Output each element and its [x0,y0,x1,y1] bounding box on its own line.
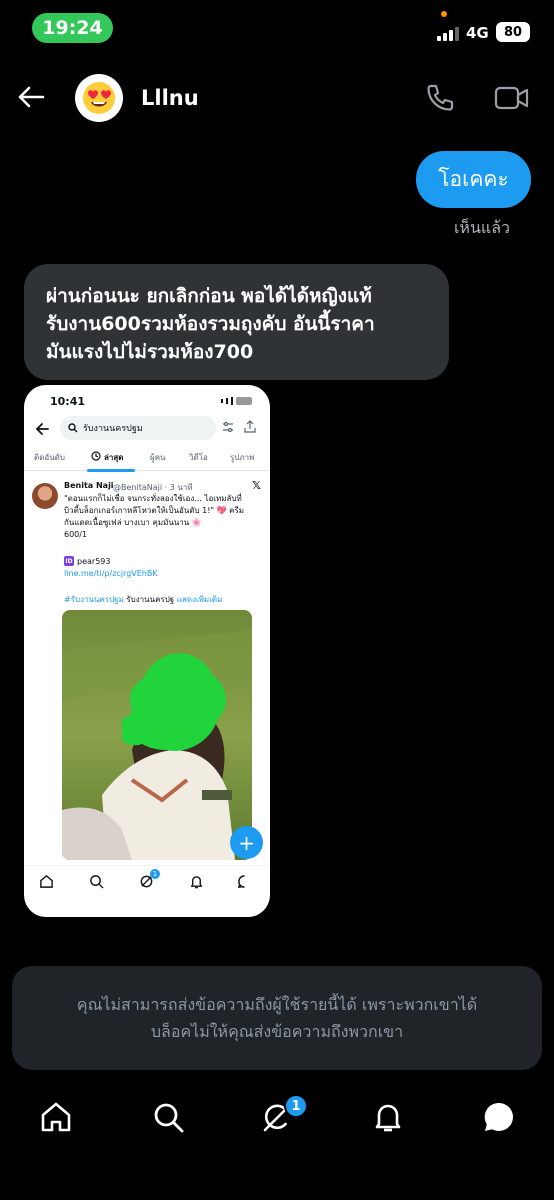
attachment-bell-icon [190,876,203,889]
clock-icon [91,451,101,461]
phone-call-icon[interactable] [424,82,456,114]
notice-line: คุณไม่สามารถส่งข้อความถึงผู้ใช้รายนี้ได้… [76,995,478,1014]
post-tags: #รับงานนครปฐม รับงานนครปฐ แสดงเพิ่มเติม [64,593,222,606]
message-line: ผ่านก่อนนะ ยกเลิกก่อน พอได้ได้หญิงแท้ [46,285,372,307]
privacy-indicator-dot [441,11,447,17]
post-text: "ตอนแรกก็ไม่เชื่อ จนกระทั่งลองใช้เอง... … [64,493,264,541]
sent-message-bubble[interactable]: โอเคคะ [416,151,531,208]
attachment-bottom-nav [24,865,270,895]
attachment-tab: รูปภาพ [230,453,255,462]
attachment-home-icon [40,874,53,888]
blocked-messaging-notice: คุณไม่สามารถส่งข้อความถึงผู้ใช้รายนี้ได้… [12,966,542,1070]
status-time: 19:24 [32,13,113,43]
contact-name[interactable]: Lllnu [141,86,199,110]
attachment-tab: ติดอันดับ [34,453,65,462]
battery-level: 80 [496,22,530,42]
cellular-signal-icon [437,25,459,41]
attachment-search-nav-icon [90,875,104,889]
post-id-name: pear593 [77,556,111,566]
post-photo [62,610,252,860]
search-icon[interactable] [151,1100,185,1134]
attachment-search-icon [68,423,78,433]
home-icon[interactable] [39,1100,73,1134]
notice-line: บล็อคไม่ให้คุณส่งข้อความถึงพวกเขา [150,1022,404,1041]
attachment-search-box: รับงานนครปฐม [60,416,216,440]
active-tab-indicator [87,469,135,472]
message-line: รับงาน600รวมห้องรวมถุงคับ อันนี้ราคา [46,313,375,335]
notifications-bell-icon[interactable] [371,1100,405,1134]
post-author-name: Benita Naji [64,481,114,490]
post-hashtag: #รับงานนครปฐม [64,595,124,604]
received-message-bubble[interactable]: ผ่านก่อนนะ ยกเลิกก่อน พอได้ได้หญิงแท้ รั… [24,264,449,380]
post-id-row: ID pear593 [64,556,110,566]
seen-receipt: เห็นแล้ว [453,218,510,237]
post-tag-text: รับงานนครปฐ [123,595,175,604]
attachment-status-icons [221,397,252,405]
video-call-icon[interactable] [494,84,530,112]
attachment-status-time: 10:41 [50,395,86,408]
post-text-line: "ตอนแรกก็ไม่เชื่อ จนกระทั่งลองใช้เอง... … [64,494,242,503]
attachment-search-query: รับงานนครปฐม [83,424,143,434]
attachment-tab: ผู้คน [150,453,166,462]
attachment-back-arrow-icon [35,423,49,435]
post-text-line: บิวตี้บล็อกเกอร์เกาหลีโหวตให้เป็นอันดับ … [64,506,245,515]
attachment-tab: วิดีโอ [189,453,208,462]
compose-fab-button: + [230,826,263,859]
image-attachment[interactable]: 10:41 รับงานนครปฐม ติดอันดับ ล่าสุด ผู้ค… [24,385,270,917]
attachment-tab-active: ล่าสุด [104,453,124,462]
attachment-filter-icon [223,421,233,433]
message-line: มันแรงไปไม่รวมห้อง700 [46,341,254,363]
post-author-avatar [32,483,58,509]
post-show-more: แสดงเพิ่มเติม [174,595,223,604]
post-text-line: 600/1 [64,530,88,539]
attachment-notification-badge: 1 [150,869,160,879]
attachment-tabs: ติดอันดับ ล่าสุด ผู้คน วิดีโอ รูปภาพ [24,445,270,472]
back-arrow-icon[interactable] [16,82,46,112]
notification-badge: 1 [284,1094,308,1118]
network-type: 4G [466,24,489,42]
heart-eyes-emoji-icon [83,82,115,114]
post-text-line: กันแดดเนื้อซูเฟล่ บางเบา คุมมันนาน 🌸 [64,518,202,527]
messages-icon[interactable] [482,1100,516,1134]
contact-avatar[interactable] [75,74,123,122]
post-link: line.me/ti/p/zcjrgVEhBK [64,569,158,578]
x-logo-icon: 𝕏 [252,479,261,492]
attachment-messages-icon [237,875,245,888]
line-id-icon: ID [64,556,74,566]
attachment-share-icon [244,420,256,433]
